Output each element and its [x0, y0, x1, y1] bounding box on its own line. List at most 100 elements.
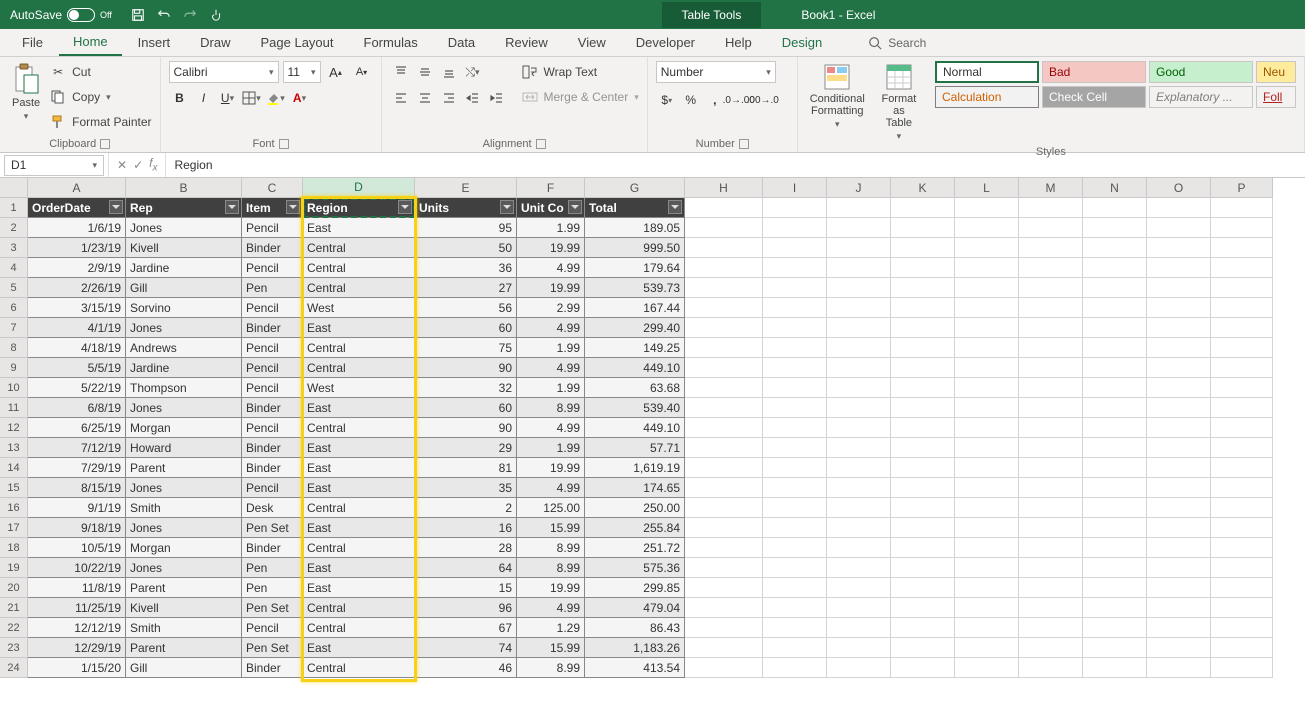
cell-D9[interactable]: Central: [303, 358, 415, 378]
row-header-9[interactable]: 9: [0, 358, 28, 378]
row-header-3[interactable]: 3: [0, 238, 28, 258]
font-name-select[interactable]: Calibri▾: [169, 61, 279, 83]
cell-I1[interactable]: [763, 198, 827, 218]
row-header-8[interactable]: 8: [0, 338, 28, 358]
cell-A24[interactable]: 1/15/20: [28, 658, 126, 678]
cell-P23[interactable]: [1211, 638, 1273, 658]
cell-L5[interactable]: [955, 278, 1019, 298]
filter-button-total[interactable]: [668, 200, 682, 214]
cell-F14[interactable]: 19.99: [517, 458, 585, 478]
cell-M15[interactable]: [1019, 478, 1083, 498]
cell-M11[interactable]: [1019, 398, 1083, 418]
orientation-icon[interactable]: ⤭▾: [462, 61, 484, 83]
cell-F11[interactable]: 8.99: [517, 398, 585, 418]
cell-N9[interactable]: [1083, 358, 1147, 378]
cell-P21[interactable]: [1211, 598, 1273, 618]
col-header-D[interactable]: D: [303, 178, 415, 198]
cell-O12[interactable]: [1147, 418, 1211, 438]
touch-mode-icon[interactable]: [208, 7, 224, 23]
cell-L7[interactable]: [955, 318, 1019, 338]
style-good[interactable]: Good: [1149, 61, 1253, 83]
cell-O16[interactable]: [1147, 498, 1211, 518]
increase-font-icon[interactable]: A▴: [325, 61, 347, 83]
cell-E2[interactable]: 95: [415, 218, 517, 238]
cell-N4[interactable]: [1083, 258, 1147, 278]
col-header-H[interactable]: H: [685, 178, 763, 198]
cell-G10[interactable]: 63.68: [585, 378, 685, 398]
cell-H13[interactable]: [685, 438, 763, 458]
cell-C10[interactable]: Pencil: [242, 378, 303, 398]
cell-L4[interactable]: [955, 258, 1019, 278]
cell-E1[interactable]: Units: [415, 198, 517, 218]
cell-K19[interactable]: [891, 558, 955, 578]
cell-L1[interactable]: [955, 198, 1019, 218]
align-right-icon[interactable]: [438, 87, 460, 109]
col-header-E[interactable]: E: [415, 178, 517, 198]
cell-N18[interactable]: [1083, 538, 1147, 558]
number-dialog-launcher[interactable]: [739, 139, 749, 149]
cell-N3[interactable]: [1083, 238, 1147, 258]
cell-E3[interactable]: 50: [415, 238, 517, 258]
cell-I23[interactable]: [763, 638, 827, 658]
cell-B23[interactable]: Parent: [126, 638, 242, 658]
cell-N6[interactable]: [1083, 298, 1147, 318]
cell-N24[interactable]: [1083, 658, 1147, 678]
filter-button-item[interactable]: [286, 200, 300, 214]
cell-I14[interactable]: [763, 458, 827, 478]
cell-M7[interactable]: [1019, 318, 1083, 338]
cell-F21[interactable]: 4.99: [517, 598, 585, 618]
row-header-24[interactable]: 24: [0, 658, 28, 678]
cell-O5[interactable]: [1147, 278, 1211, 298]
decrease-decimal-button[interactable]: .00→.0: [752, 89, 774, 111]
row-header-11[interactable]: 11: [0, 398, 28, 418]
col-header-C[interactable]: C: [242, 178, 303, 198]
cell-H7[interactable]: [685, 318, 763, 338]
cell-P3[interactable]: [1211, 238, 1273, 258]
cell-E6[interactable]: 56: [415, 298, 517, 318]
cell-M12[interactable]: [1019, 418, 1083, 438]
clipboard-dialog-launcher[interactable]: [100, 139, 110, 149]
cell-C19[interactable]: Pen: [242, 558, 303, 578]
cell-I11[interactable]: [763, 398, 827, 418]
tab-formulas[interactable]: Formulas: [350, 30, 432, 55]
row-header-23[interactable]: 23: [0, 638, 28, 658]
copy-button[interactable]: Copy▾: [50, 86, 151, 108]
cell-B1[interactable]: Rep: [126, 198, 242, 218]
fill-color-button[interactable]: ▾: [265, 87, 287, 109]
cell-G5[interactable]: 539.73: [585, 278, 685, 298]
cell-C24[interactable]: Binder: [242, 658, 303, 678]
cell-N21[interactable]: [1083, 598, 1147, 618]
cell-F19[interactable]: 8.99: [517, 558, 585, 578]
underline-button[interactable]: U▾: [217, 87, 239, 109]
cell-G2[interactable]: 189.05: [585, 218, 685, 238]
cell-B7[interactable]: Jones: [126, 318, 242, 338]
cell-D4[interactable]: Central: [303, 258, 415, 278]
cell-L13[interactable]: [955, 438, 1019, 458]
cell-J5[interactable]: [827, 278, 891, 298]
formula-input[interactable]: Region: [166, 158, 1305, 172]
col-header-N[interactable]: N: [1083, 178, 1147, 198]
conditional-formatting-button[interactable]: Conditional Formatting▾: [806, 61, 869, 132]
format-as-table-button[interactable]: Format as Table▾: [875, 61, 923, 144]
cell-H23[interactable]: [685, 638, 763, 658]
cell-O14[interactable]: [1147, 458, 1211, 478]
tab-insert[interactable]: Insert: [124, 30, 185, 55]
cell-C2[interactable]: Pencil: [242, 218, 303, 238]
cell-J22[interactable]: [827, 618, 891, 638]
cell-I6[interactable]: [763, 298, 827, 318]
cell-M10[interactable]: [1019, 378, 1083, 398]
cell-I16[interactable]: [763, 498, 827, 518]
cell-C23[interactable]: Pen Set: [242, 638, 303, 658]
cell-I2[interactable]: [763, 218, 827, 238]
cell-H3[interactable]: [685, 238, 763, 258]
cell-A22[interactable]: 12/12/19: [28, 618, 126, 638]
cell-D10[interactable]: West: [303, 378, 415, 398]
cell-P11[interactable]: [1211, 398, 1273, 418]
align-middle-icon[interactable]: [414, 61, 436, 83]
row-header-22[interactable]: 22: [0, 618, 28, 638]
cell-P20[interactable]: [1211, 578, 1273, 598]
filter-button-rep[interactable]: [225, 200, 239, 214]
bold-button[interactable]: B: [169, 87, 191, 109]
cell-B5[interactable]: Gill: [126, 278, 242, 298]
cell-D11[interactable]: East: [303, 398, 415, 418]
